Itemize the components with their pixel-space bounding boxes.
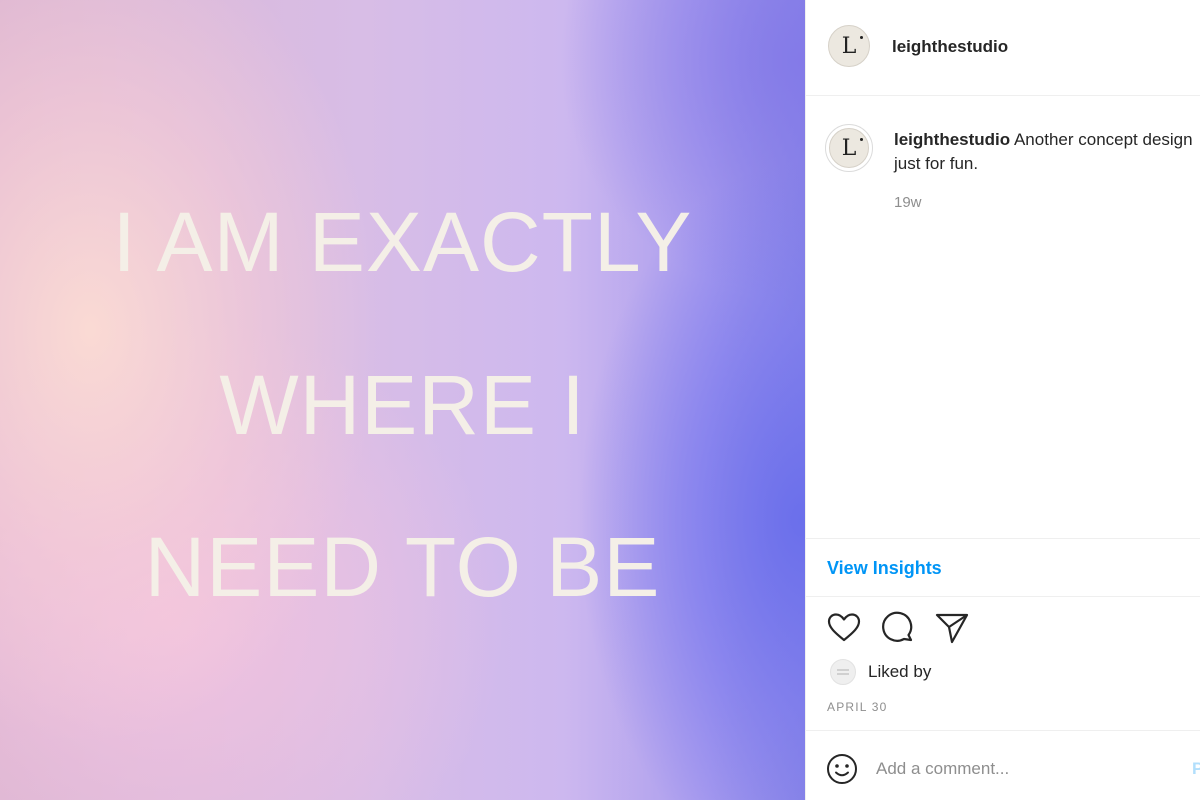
comment-bar: Post — [806, 730, 1200, 800]
post-viewer: I AM EXACTLY WHERE I NEED TO BE L leight… — [0, 0, 1200, 800]
post-comment-button[interactable]: Post — [1192, 759, 1200, 779]
liked-by-text: Liked by — [868, 662, 932, 681]
header-username-link[interactable]: leighthestudio — [892, 37, 1008, 57]
avatar[interactable]: L — [828, 25, 870, 67]
insights-bar: View Insights — [806, 538, 1200, 597]
poster-text-line: NEED TO BE — [144, 520, 661, 614]
post-caption: leighthestudio Another concept design ju… — [894, 128, 1194, 176]
liker-avatar — [830, 659, 856, 685]
poster-text-line: I AM EXACTLY — [112, 195, 693, 289]
post-header: L leighthestudio — [806, 0, 1200, 96]
post-side-panel: L leighthestudio L leighthestudio Anothe… — [805, 0, 1200, 800]
caption-timestamp[interactable]: 19w — [894, 194, 922, 211]
poster-text-line: WHERE I — [219, 358, 586, 452]
paper-plane-icon[interactable] — [934, 610, 970, 646]
heart-icon[interactable] — [826, 610, 862, 646]
likes-row[interactable]: Liked by — [830, 658, 931, 686]
avatar: L — [829, 128, 869, 168]
caption-avatar[interactable]: L — [825, 124, 873, 172]
comment-bubble-icon[interactable] — [880, 610, 916, 646]
comment-input[interactable] — [876, 755, 1166, 783]
caption-username-link[interactable]: leighthestudio — [894, 130, 1010, 149]
post-image[interactable]: I AM EXACTLY WHERE I NEED TO BE — [0, 0, 805, 800]
emoji-smiley-icon[interactable] — [826, 753, 858, 785]
avatar-letter: L — [842, 136, 864, 161]
view-insights-link[interactable]: View Insights — [827, 558, 942, 579]
avatar-letter: L — [842, 34, 864, 59]
post-date[interactable]: APRIL 30 — [827, 700, 888, 714]
